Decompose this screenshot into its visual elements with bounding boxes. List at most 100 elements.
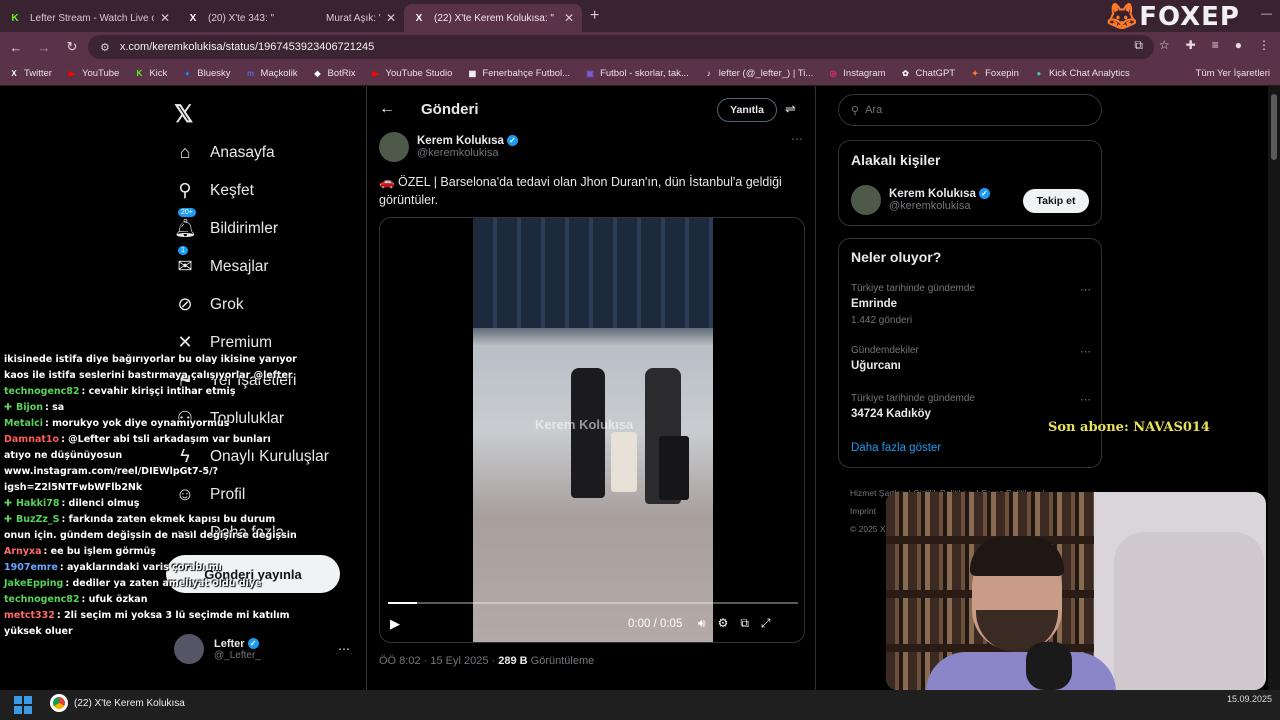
bookmark-item[interactable]: ♪ lefter (@_lefter_) | Ti...	[703, 68, 813, 80]
forward-icon[interactable]: →	[32, 40, 56, 55]
nav-item-4[interactable]: ⊘ Grok	[174, 294, 243, 315]
chat-text: : sa	[45, 402, 65, 413]
more-icon[interactable]: ⋯	[791, 132, 803, 146]
bookmark-icon: ✦	[971, 69, 979, 78]
stream-chat-overlay: ikisinede istifa diye bağırıyorlar bu ol…	[0, 352, 297, 640]
chat-message: kaos ile istifa seslerini bastırmaya çal…	[0, 368, 293, 384]
nav-label: Premium	[210, 333, 273, 351]
chat-username: Arnyxa	[4, 546, 42, 557]
chat-text: : morukyo yok diye oynamıyormus	[45, 418, 230, 429]
chat-username: JakeEpping	[4, 578, 64, 589]
site-info-icon[interactable]: ⚙	[100, 41, 110, 54]
reply-button[interactable]: Yanıtla	[717, 98, 777, 122]
nav-item-2[interactable]: 🔔︎ 20+ Bildirimler	[174, 208, 278, 239]
profile-avatar[interactable]: ●	[1235, 38, 1242, 53]
more-icon[interactable]: ⋯	[1080, 345, 1091, 358]
taskbar: (22) X'te Kerem Kolukısa 15.09.2025	[0, 690, 1280, 720]
gaming-chair	[1114, 532, 1264, 690]
close-icon[interactable]: ✕	[160, 11, 170, 25]
chat-message: JakeEpping: dediler ya zaten ameliyat ol…	[0, 576, 280, 592]
x-logo-icon[interactable]: 𝕏	[174, 100, 193, 129]
bookmark-item[interactable]: ● Kick Chat Analytics	[1033, 68, 1130, 80]
chat-text: : ee bu işlem görmüş	[43, 546, 156, 557]
more-icon[interactable]: ⋯	[1080, 283, 1091, 296]
tab-kerem[interactable]: X (22) X'te Kerem Kolukısa: " ✕	[404, 4, 582, 32]
nav-item-5[interactable]: ✕ Premium	[174, 332, 272, 353]
all-bookmarks-button[interactable]: Tüm Yer İşaretleri	[1196, 68, 1270, 79]
more-icon[interactable]: ⋯	[338, 642, 350, 656]
bookmark-label: lefter (@_lefter_) | Ti...	[718, 68, 814, 79]
back-arrow-icon[interactable]: ←	[379, 100, 395, 118]
more-icon[interactable]: ⋯	[1080, 393, 1091, 406]
bookmark-item[interactable]: X Twitter	[8, 68, 52, 80]
close-icon[interactable]: ✕	[386, 11, 396, 25]
bookmark-item[interactable]: m Maçkolik	[245, 68, 298, 80]
post-author[interactable]: Kerem Kolukısa ✓ @keremkolukisa	[379, 132, 518, 162]
extensions-icon[interactable]: ✚	[1186, 38, 1196, 53]
bookmark-item[interactable]: ▦ Fenerbahçe Futbol...	[466, 68, 570, 80]
chat-username: technogenc82	[4, 386, 80, 397]
search-input[interactable]: ⚲ Ara	[838, 94, 1102, 126]
url-text: x.com/keremkolukisa/status/1967453923406…	[119, 41, 375, 53]
volume-icon[interactable]: 🔊︎	[698, 616, 706, 631]
play-icon[interactable]: ▶	[390, 616, 400, 632]
bookmark-item[interactable]: ✿ ChatGPT	[900, 68, 955, 80]
bookmark-item[interactable]: ▶ YouTube	[66, 68, 119, 80]
star-icon[interactable]: ☆	[1159, 38, 1170, 53]
nav-item-3[interactable]: ✉ 1 Mesajlar	[174, 246, 269, 277]
menu-icon[interactable]: ⋮	[1258, 38, 1270, 53]
video-progress-bar[interactable]	[388, 602, 798, 604]
window-controls[interactable]: —	[1261, 8, 1272, 20]
bookmark-item[interactable]: ◎ Instagram	[827, 68, 886, 80]
chat-username: Bijon	[15, 402, 44, 413]
follow-button[interactable]: Takip et	[1023, 189, 1089, 213]
bookmark-item[interactable]: ▶ YouTube Studio	[369, 68, 452, 80]
address-bar[interactable]: ⚙ x.com/keremkolukisa/status/19674539234…	[88, 35, 1154, 59]
trend-title: Uğurcanı	[851, 360, 901, 372]
related-person[interactable]: Kerem Kolukısa ✓ @keremkolukisa	[851, 185, 990, 215]
chat-message: ikisinede istifa diye bağırıyorlar bu ol…	[0, 352, 297, 368]
scrollbar-thumb[interactable]	[1271, 94, 1277, 160]
new-tab-button[interactable]: +	[590, 7, 599, 25]
bookmark-item[interactable]: ♦ Bluesky	[181, 68, 230, 80]
taskbar-chrome[interactable]: (22) X'te Kerem Kolukısa	[50, 694, 185, 712]
bookmark-icon: ▦	[468, 69, 477, 78]
tab-kick[interactable]: K Lefter Stream - Watch Live on K ✕	[0, 4, 178, 32]
back-icon[interactable]: ←	[4, 40, 28, 55]
bookmark-icon: ▶	[372, 69, 379, 78]
pip-icon[interactable]: ⧉	[740, 616, 749, 631]
video-controls: 🔊︎ ⚙ ⧉ ⤢	[698, 616, 771, 631]
close-icon[interactable]: ✕	[564, 11, 574, 25]
bookmark-item[interactable]: ✦ Foxepin	[969, 68, 1019, 80]
windows-start-icon[interactable]	[14, 696, 32, 714]
settings-icon[interactable]: ⚙	[718, 616, 729, 631]
chat-username: 1907emre	[4, 562, 58, 573]
chat-text: igsh=Z2l5NTFwbWFlb2Nk	[4, 482, 143, 493]
fullscreen-icon[interactable]: ⤢	[761, 616, 771, 631]
video-player[interactable]: Kerem Kolukısa ▶ 0:00 / 0:05 🔊︎ ⚙ ⧉ ⤢	[379, 217, 805, 643]
bookmark-item[interactable]: ▣ Futbol - skorlar, tak...	[584, 68, 688, 80]
system-clock[interactable]: 15.09.2025	[1227, 694, 1272, 705]
show-more-link[interactable]: Daha fazla göster	[851, 442, 941, 454]
kick-icon: K	[11, 12, 19, 24]
media-icon[interactable]: ≡	[1212, 38, 1219, 53]
nav-item-1[interactable]: ⚲ Keşfet	[174, 180, 254, 201]
install-icon[interactable]: ⧉	[1134, 38, 1143, 53]
nav-item-0[interactable]: ⌂ Anasayfa	[174, 142, 275, 163]
related-handle: @keremkolukisa	[889, 200, 971, 212]
search-icon: ⚲	[178, 180, 192, 200]
tab-x-343[interactable]: X (20) X'te 343: "	[178, 4, 318, 32]
trend-item[interactable]: Gündemdekiler Uğurcanı ⋯	[851, 345, 1091, 372]
bookmark-icon: m	[246, 69, 255, 78]
bookmark-icon: ●	[1036, 69, 1042, 78]
bookmark-item[interactable]: ◆ BotRix	[312, 68, 355, 80]
bookmark-item[interactable]: K Kick	[133, 68, 167, 80]
page-scrollbar[interactable]	[1268, 86, 1280, 690]
trend-item[interactable]: Türkiye tarihinde gündemde Emrinde 1.442 g…	[851, 283, 1091, 326]
filter-icon[interactable]: ⇌	[785, 101, 796, 117]
trend-item[interactable]: Türkiye tarihinde gündemde 34724 Kadıköy ⋯	[851, 393, 1091, 420]
bookmarks-bar: X Twitter ▶ YouTube K Kick ♦ Bluesky m Maçkolik ◆ B…	[0, 62, 1280, 86]
reload-icon[interactable]: ↻	[60, 39, 84, 55]
tab-murat[interactable]: Murat Aşık: " ✕	[318, 4, 404, 32]
bookmark-label: Bluesky	[197, 68, 231, 79]
